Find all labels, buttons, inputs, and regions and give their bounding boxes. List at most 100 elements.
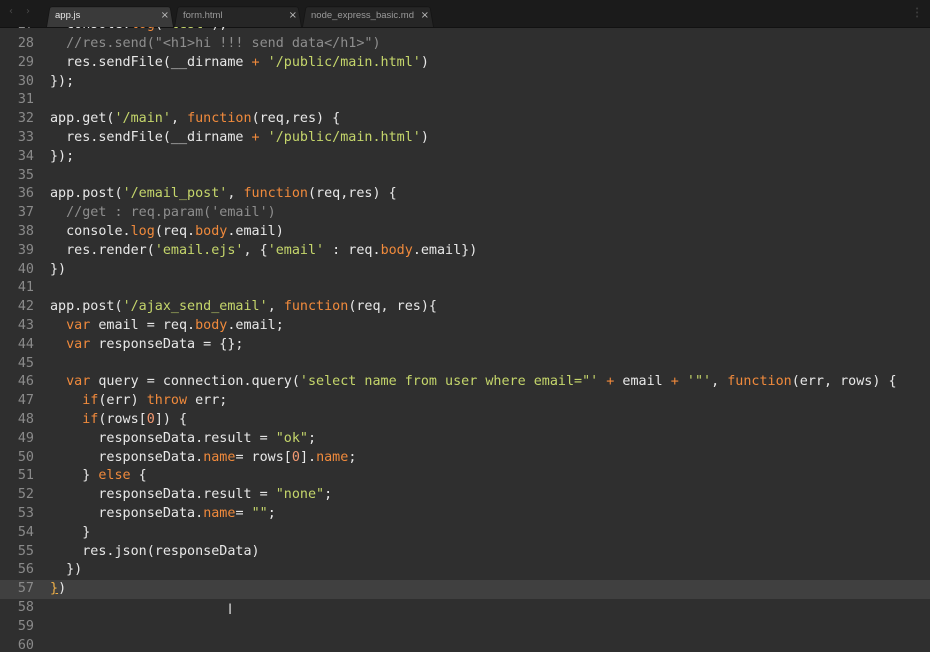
close-icon[interactable]: × xyxy=(289,5,297,27)
line-number: 54 xyxy=(17,524,34,540)
code-line[interactable]: 55 res.json(responseData) xyxy=(0,543,930,562)
tab-bar: ‹ › app.js × form.html × node_express_ba… xyxy=(0,0,930,28)
code-text[interactable]: app.get('/main', function(req,res) { xyxy=(50,110,340,129)
code-line[interactable]: 44 var responseData = {}; xyxy=(0,336,930,355)
line-number: 49 xyxy=(17,430,34,446)
code-text[interactable]: res.json(responseData) xyxy=(50,543,259,562)
code-line[interactable]: 50 responseData.name= rows[0].name; xyxy=(0,449,930,468)
line-number: 39 xyxy=(17,242,34,258)
code-line[interactable]: 60 xyxy=(0,637,930,652)
code-editor[interactable]: 27 console.log("test");28 //res.send("<h… xyxy=(0,27,930,652)
tab-label: app.js xyxy=(55,10,81,21)
line-number: 27 xyxy=(0,27,34,35)
code-line[interactable]: 57}) xyxy=(0,580,930,599)
code-text[interactable]: res.sendFile(__dirname + '/public/main.h… xyxy=(50,54,429,73)
code-line[interactable]: 59 xyxy=(0,618,930,637)
code-text[interactable]: } else { xyxy=(50,467,147,486)
tab-node-express-basic-md[interactable]: node_express_basic.md × xyxy=(302,5,434,28)
line-number: 29 xyxy=(17,54,34,70)
code-line[interactable]: 45 xyxy=(0,355,930,374)
overflow-menu-icon[interactable]: • • • xyxy=(915,6,919,21)
line-number: 52 xyxy=(17,487,34,503)
code-text[interactable]: app.post('/email_post', function(req,res… xyxy=(50,185,397,204)
code-line[interactable]: 31 xyxy=(0,91,930,110)
nav-forward-icon[interactable]: › xyxy=(26,6,30,17)
code-line[interactable]: 53 responseData.name= ""; xyxy=(0,505,930,524)
code-text[interactable]: var query = connection.query('select nam… xyxy=(50,373,896,392)
code-text[interactable]: res.render('email.ejs', {'email' : req.b… xyxy=(50,242,477,261)
code-line[interactable]: 40}) xyxy=(0,261,930,280)
line-number: 36 xyxy=(17,186,34,202)
code-line[interactable]: 34}); xyxy=(0,148,930,167)
line-number: 51 xyxy=(17,468,34,484)
tab-app-js[interactable]: app.js × xyxy=(46,5,174,28)
code-text[interactable]: console.log("test"); xyxy=(50,27,227,35)
close-icon[interactable]: × xyxy=(161,5,169,27)
code-line[interactable]: 49 responseData.result = "ok"; xyxy=(0,430,930,449)
code-text[interactable]: res.sendFile(__dirname + '/public/main.h… xyxy=(50,129,429,148)
code-line[interactable]: 37 //get : req.param('email') xyxy=(0,204,930,223)
code-line[interactable]: 29 res.sendFile(__dirname + '/public/mai… xyxy=(0,54,930,73)
line-number: 32 xyxy=(17,111,34,127)
code-text[interactable]: //res.send("<h1>hi !!! send data</h1>") xyxy=(50,35,380,54)
code-line[interactable]: 32 app.get('/main', function(req,res) { xyxy=(0,110,930,129)
line-number: 48 xyxy=(17,412,34,427)
code-text[interactable]: var email = req.body.email; xyxy=(50,317,284,336)
code-line[interactable]: 48 if(rows[0]) { xyxy=(0,411,930,430)
line-number: 53 xyxy=(17,506,34,521)
code-text[interactable]: responseData.result = "ok"; xyxy=(50,430,316,449)
code-text[interactable]: //get : req.param('email') xyxy=(50,204,276,223)
code-line[interactable]: 38 console.log(req.body.email) xyxy=(0,223,930,242)
line-number: 55 xyxy=(17,543,34,559)
code-line[interactable]: 52 responseData.result = "none"; xyxy=(0,486,930,505)
code-line[interactable]: 56 }) xyxy=(0,561,930,580)
code-line[interactable]: 41 xyxy=(0,279,930,298)
line-number: 28 xyxy=(17,36,34,51)
code-line[interactable]: 43 var email = req.body.email; xyxy=(0,317,930,336)
code-text[interactable]: }); xyxy=(50,148,74,167)
code-text[interactable]: } xyxy=(50,524,90,543)
code-line[interactable]: 27 console.log("test"); xyxy=(0,27,930,35)
code-text[interactable]: }) xyxy=(50,580,66,599)
code-line[interactable]: 35 xyxy=(0,167,930,186)
close-icon[interactable]: × xyxy=(421,5,429,27)
line-number: 42 xyxy=(17,299,34,315)
line-number: 45 xyxy=(17,355,34,371)
text-cursor-icon: I xyxy=(228,602,233,618)
tab-label: node_express_basic.md xyxy=(311,10,414,21)
code-text[interactable]: responseData.result = "none"; xyxy=(50,486,332,505)
line-number: 46 xyxy=(17,374,34,390)
line-number: 57 xyxy=(17,581,34,597)
code-line[interactable]: 51 } else { xyxy=(0,467,930,486)
line-number: 38 xyxy=(17,224,34,239)
line-number: 31 xyxy=(17,92,34,108)
code-line[interactable]: 39 res.render('email.ejs', {'email' : re… xyxy=(0,242,930,261)
code-line[interactable]: 28 //res.send("<h1>hi !!! send data</h1>… xyxy=(0,35,930,54)
code-line[interactable]: 47 if(err) throw err; xyxy=(0,392,930,411)
nav-back-icon[interactable]: ‹ xyxy=(9,6,13,17)
editor-window: ‹ › app.js × form.html × node_express_ba… xyxy=(0,0,930,652)
code-text[interactable]: responseData.name= rows[0].name; xyxy=(50,449,356,468)
line-number: 35 xyxy=(17,167,34,183)
code-line[interactable]: 42 app.post('/ajax_send_email', function(… xyxy=(0,298,930,317)
line-number: 41 xyxy=(17,280,34,296)
code-line[interactable]: 54 } xyxy=(0,524,930,543)
code-text[interactable]: var responseData = {}; xyxy=(50,336,243,355)
code-line[interactable]: 36 app.post('/email_post', function(req,r… xyxy=(0,185,930,204)
code-text[interactable]: if(err) throw err; xyxy=(50,392,227,411)
code-text[interactable]: app.post('/ajax_send_email', function(re… xyxy=(50,298,437,317)
code-text[interactable]: }) xyxy=(50,261,66,280)
code-text[interactable]: responseData.name= ""; xyxy=(50,505,275,524)
code-text[interactable]: }); xyxy=(50,73,74,92)
tab-form-html[interactable]: form.html × xyxy=(174,5,302,28)
line-number: 43 xyxy=(17,318,34,333)
code-text[interactable]: }) xyxy=(50,561,82,580)
code-line[interactable]: 33 res.sendFile(__dirname + '/public/mai… xyxy=(0,129,930,148)
code-text[interactable]: console.log(req.body.email) xyxy=(50,223,284,242)
line-number: 34 xyxy=(17,148,34,164)
code-line[interactable]: 46 var query = connection.query('select … xyxy=(0,373,930,392)
code-line[interactable]: 30}); xyxy=(0,73,930,92)
code-text[interactable]: if(rows[0]) { xyxy=(50,411,187,430)
code-line[interactable]: 58 xyxy=(0,599,930,618)
line-number: 59 xyxy=(17,618,34,634)
